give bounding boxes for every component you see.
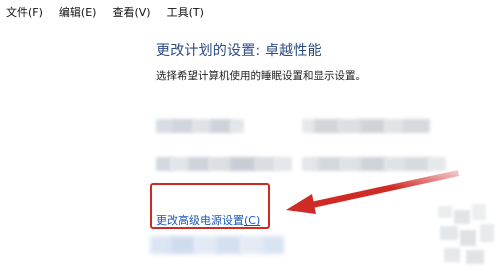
menu-tools[interactable]: 工具(T) — [159, 0, 212, 26]
advanced-link-shortcut: (C) — [244, 214, 261, 227]
advanced-power-settings-link[interactable]: 更改高级电源设置(C) — [156, 212, 260, 228]
page-description: 选择希望计算机使用的睡眠设置和显示设置。 — [156, 70, 366, 82]
menu-bar: 文件(F) 编辑(E) 查看(V) 工具(T) — [0, 0, 500, 26]
advanced-link-text: 更改高级电源设置 — [156, 214, 244, 227]
menu-view[interactable]: 查看(V) — [104, 0, 158, 26]
menu-file[interactable]: 文件(F) — [0, 0, 51, 26]
menu-edit[interactable]: 编辑(E) — [51, 0, 105, 26]
page-title: 更改计划的设置: 卓越性能 — [156, 43, 322, 59]
watermark — [430, 200, 500, 271]
setting-value-blurred — [302, 119, 442, 133]
setting-label-blurred-2 — [156, 157, 296, 171]
setting-value-blurred-2 — [302, 157, 452, 171]
bottom-link-blurred — [150, 236, 290, 254]
setting-label-blurred — [156, 119, 246, 133]
